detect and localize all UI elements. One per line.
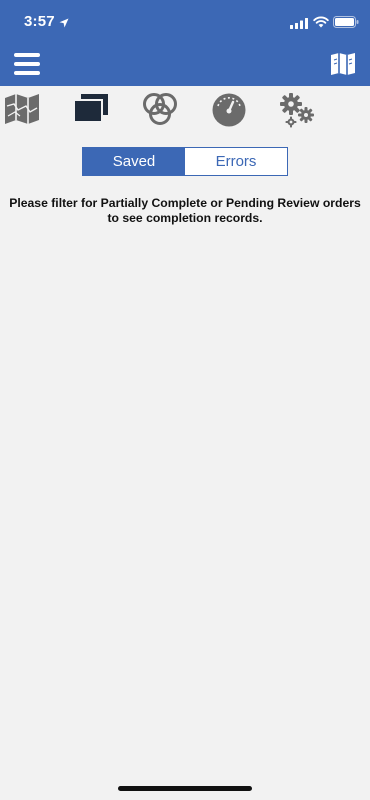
filter-hint-message: Please filter for Partially Complete or … [9,196,361,225]
status-bar: 3:57 [0,0,370,44]
gears-icon[interactable] [278,92,318,128]
saved-segment[interactable]: Saved [83,148,185,175]
icon-toolbar [0,86,370,134]
wifi-icon [313,15,329,33]
battery-icon [333,15,359,33]
nav-bar [0,44,370,86]
map-book-icon[interactable] [330,52,356,76]
saved-errors-segmented-control: Saved Errors [82,147,288,176]
gauge-icon[interactable] [210,92,250,128]
header: 3:57 [0,0,370,86]
errors-segment[interactable]: Errors [185,148,287,175]
cellular-signal-icon [290,16,308,34]
venn-circles-icon[interactable] [141,92,181,128]
map-icon[interactable] [4,92,44,128]
location-arrow-icon [59,15,69,33]
layers-icon[interactable] [72,92,112,128]
hamburger-menu-icon[interactable] [14,53,40,75]
app-screen: 3:57 Saved Errors Please filter for Part… [0,0,370,800]
status-time: 3:57 [24,13,55,30]
home-indicator[interactable] [118,786,252,791]
